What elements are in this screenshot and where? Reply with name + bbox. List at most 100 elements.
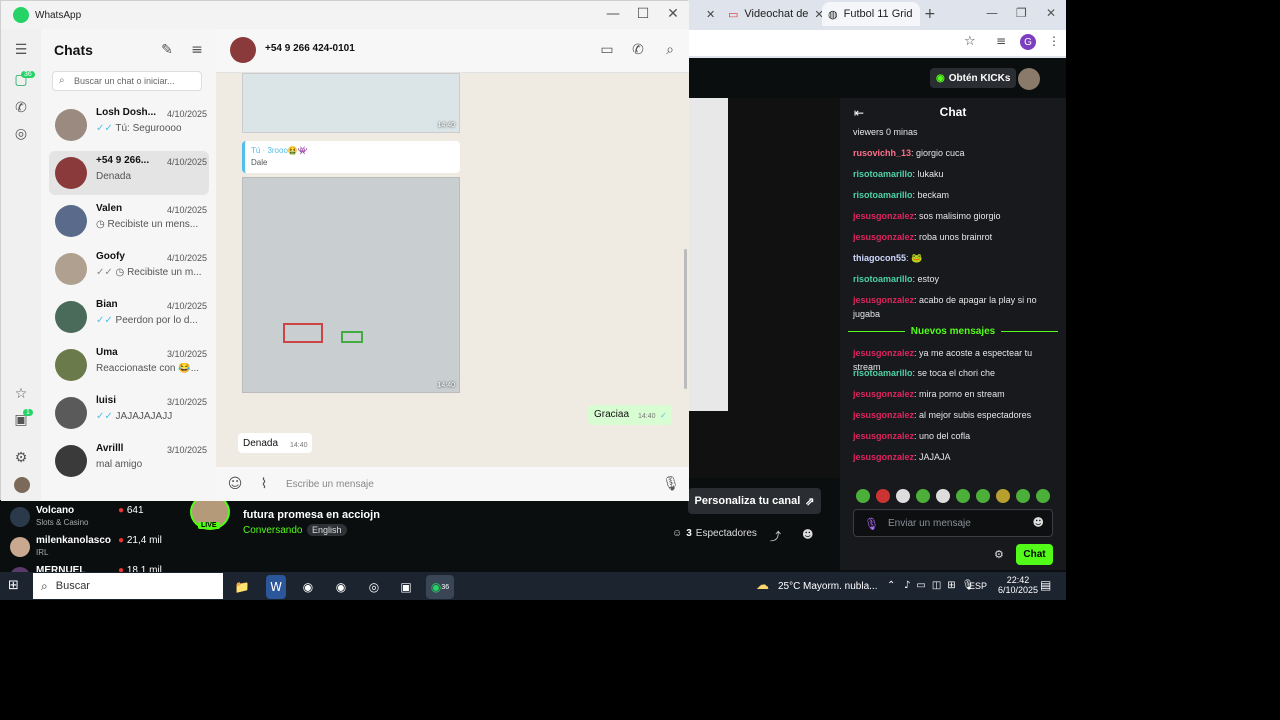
tab-videochat[interactable]: ▭ Videochat de ✕ [722, 2, 822, 26]
taskbar-search[interactable]: ⌕ Buscar [33, 573, 223, 599]
chat-list-item[interactable]: luisi 3/10/2025 ✓✓ JAJAJAJAJJ [49, 391, 209, 435]
emote-icon[interactable] [856, 489, 870, 503]
minimize-icon[interactable]: — [986, 6, 998, 20]
emote-icon[interactable] [956, 489, 970, 503]
chat-message[interactable]: jesusgonzalez: acabo de apagar la play s… [853, 293, 1058, 321]
message-input[interactable]: Escribe un mensaje [286, 475, 646, 493]
menu-icon[interactable]: ☰ [11, 41, 31, 59]
chat-username[interactable]: jesusgonzalez [853, 410, 914, 420]
chat-username[interactable]: risotoamarillo [853, 368, 913, 378]
chat-username[interactable]: jesusgonzalez [853, 389, 914, 399]
contact-name[interactable]: +54 9 266 424-0101 [265, 43, 355, 54]
search-icon[interactable]: ⌕ [660, 41, 680, 59]
emote-icon[interactable] [936, 489, 950, 503]
attach-icon[interactable]: ⌇ [255, 475, 273, 493]
weather-icon[interactable]: ☁ [756, 578, 769, 593]
emote-icon[interactable] [916, 489, 930, 503]
chat-username[interactable]: thiagocon55 [853, 253, 906, 263]
chat-message[interactable]: viewers 0 minas [853, 125, 1058, 139]
emote-icon[interactable] [876, 489, 890, 503]
file-explorer-icon[interactable]: 📁 [228, 575, 256, 599]
maximize-icon[interactable]: ☐ [631, 5, 655, 23]
chat-username[interactable]: jesusgonzalez [853, 348, 914, 358]
chat-list-item[interactable]: Avrilll 3/10/2025 mal amigo [49, 439, 209, 483]
language-tag[interactable]: English [307, 524, 347, 536]
chat-message[interactable]: risotoamarillo: beckam [853, 188, 1058, 202]
chat-username[interactable]: jesusgonzalez [853, 232, 914, 242]
chat-username[interactable]: risotoamarillo [853, 274, 913, 284]
chrome-icon[interactable]: ◉ [294, 575, 322, 599]
filter-icon[interactable]: ≡ [187, 41, 207, 59]
chat-message[interactable]: jesusgonzalez: sos malisimo giorgio [853, 209, 1058, 223]
chat-username[interactable]: risotoamarillo [853, 190, 913, 200]
image-message[interactable]: 14:40 [242, 177, 460, 393]
minecraft-icon[interactable]: ▣ [392, 575, 420, 599]
microphone-icon[interactable]: 🎙 [864, 517, 879, 531]
chat-message[interactable]: risotoamarillo: estoy [853, 272, 1058, 286]
emote-icon[interactable] [1016, 489, 1030, 503]
chat-list-item[interactable]: Goofy 4/10/2025 ✓✓ ◷ Recibiste un m... [49, 247, 209, 291]
chevron-up-icon[interactable]: ⌃ [887, 580, 895, 591]
profile-avatar[interactable]: G [1020, 34, 1036, 50]
emote-icon[interactable] [976, 489, 990, 503]
send-chat-button[interactable]: Chat [1016, 544, 1053, 565]
address-bar[interactable] [688, 30, 1066, 56]
tab-close-icon[interactable]: ✕ [700, 2, 718, 26]
media-icon[interactable]: ≡ [996, 34, 1006, 48]
chat-message[interactable]: jesusgonzalez: mira porno en stream [853, 387, 1058, 401]
chat-username[interactable]: jesusgonzalez [853, 431, 914, 441]
new-tab-button[interactable]: + [924, 6, 936, 22]
input-language[interactable]: ESP [969, 581, 987, 591]
chat-message[interactable]: risotoamarillo: lukaku [853, 167, 1058, 181]
microphone-icon[interactable]: 🎙 [662, 475, 680, 493]
close-icon[interactable]: ✕ [814, 8, 822, 21]
profile-avatar[interactable] [14, 477, 30, 493]
new-chat-icon[interactable]: ✎ [157, 41, 177, 59]
notifications-icon[interactable]: ▤ [1040, 578, 1051, 592]
menu-kebab-icon[interactable]: ⋮ [1048, 34, 1060, 48]
word-icon[interactable]: W [266, 575, 286, 599]
chat-list-item[interactable]: Bian 4/10/2025 ✓✓ Peerdon por lo d... [49, 295, 209, 339]
whatsapp-taskbar-icon[interactable]: ◉ 36 [426, 575, 454, 599]
clock[interactable]: 22:42 6/10/2025 [998, 575, 1038, 595]
start-windows-icon[interactable]: ⊞ [8, 578, 19, 593]
emoji-icon[interactable]: ☺ [226, 475, 244, 493]
share-icon[interactable]: ⤴ [770, 528, 781, 544]
chat-message[interactable]: risotoamarillo: se toca el chori che [853, 366, 1058, 380]
search-input[interactable]: ⌕ Buscar un chat o iniciar... [52, 71, 202, 91]
stream-category[interactable]: Conversando [243, 525, 302, 536]
voice-call-icon[interactable]: ✆ [628, 41, 648, 59]
chat-message[interactable]: thiagocon55: 🐸 [853, 251, 1058, 265]
app-icon[interactable]: ◎ [360, 575, 388, 599]
followed-channel[interactable]: Volcano Slots & Casino ● 641 [10, 505, 162, 533]
chat-message[interactable]: jesusgonzalez: roba unos brainrot [853, 230, 1058, 244]
emoji-icon[interactable]: ☻ [1033, 516, 1044, 529]
close-icon[interactable]: ✕ [661, 5, 685, 23]
chat-message[interactable]: jesusgonzalez: al mejor subis espectador… [853, 408, 1058, 422]
chat-message[interactable]: rusovichh_13: giorgio cuca [853, 146, 1058, 160]
chat-list-item[interactable]: Uma 3/10/2025 Reaccionaste con 😂... [49, 343, 209, 387]
calls-icon[interactable]: ✆ [11, 99, 31, 117]
chat-username[interactable]: jesusgonzalez [853, 211, 914, 221]
chat-settings-icon[interactable]: ⚙ [994, 548, 1004, 561]
follow-icon[interactable]: ☻ [802, 528, 813, 541]
emote-icon[interactable] [996, 489, 1010, 503]
chat-message[interactable]: jesusgonzalez: JAJAJA [853, 450, 1058, 464]
video-call-icon[interactable]: ▭ [597, 41, 617, 59]
weather-temp[interactable]: 25°C [778, 581, 800, 592]
minimize-icon[interactable]: — [601, 5, 625, 23]
chat-username[interactable]: rusovichh_13 [853, 148, 911, 158]
contact-avatar[interactable] [230, 37, 256, 63]
incoming-message[interactable]: Denada 14:40 [238, 433, 312, 453]
get-kicks-button[interactable]: ◉ Obtén KICKs [930, 68, 1017, 88]
scrollbar[interactable] [684, 249, 687, 389]
followed-channel[interactable]: milenkanolasco IRL ● 21,4 mil [10, 535, 162, 563]
chat-list-item[interactable]: Losh Dosh... 4/10/2025 ✓✓ Tú: Seguroooo [49, 103, 209, 147]
customize-channel-button[interactable]: Personaliza tu canal ⇗ [688, 488, 821, 514]
chrome-profile-icon[interactable]: ◉ [327, 575, 355, 599]
quoted-reply[interactable]: Tú · 3rooo🤮👾 Dale [242, 141, 460, 173]
chat-username[interactable]: jesusgonzalez [853, 452, 914, 462]
tab-futbol[interactable]: ◍ Futbol 11 Grid ✕ [822, 2, 920, 26]
close-icon[interactable]: ✕ [1046, 6, 1056, 20]
status-icon[interactable]: ◎ [11, 125, 31, 143]
